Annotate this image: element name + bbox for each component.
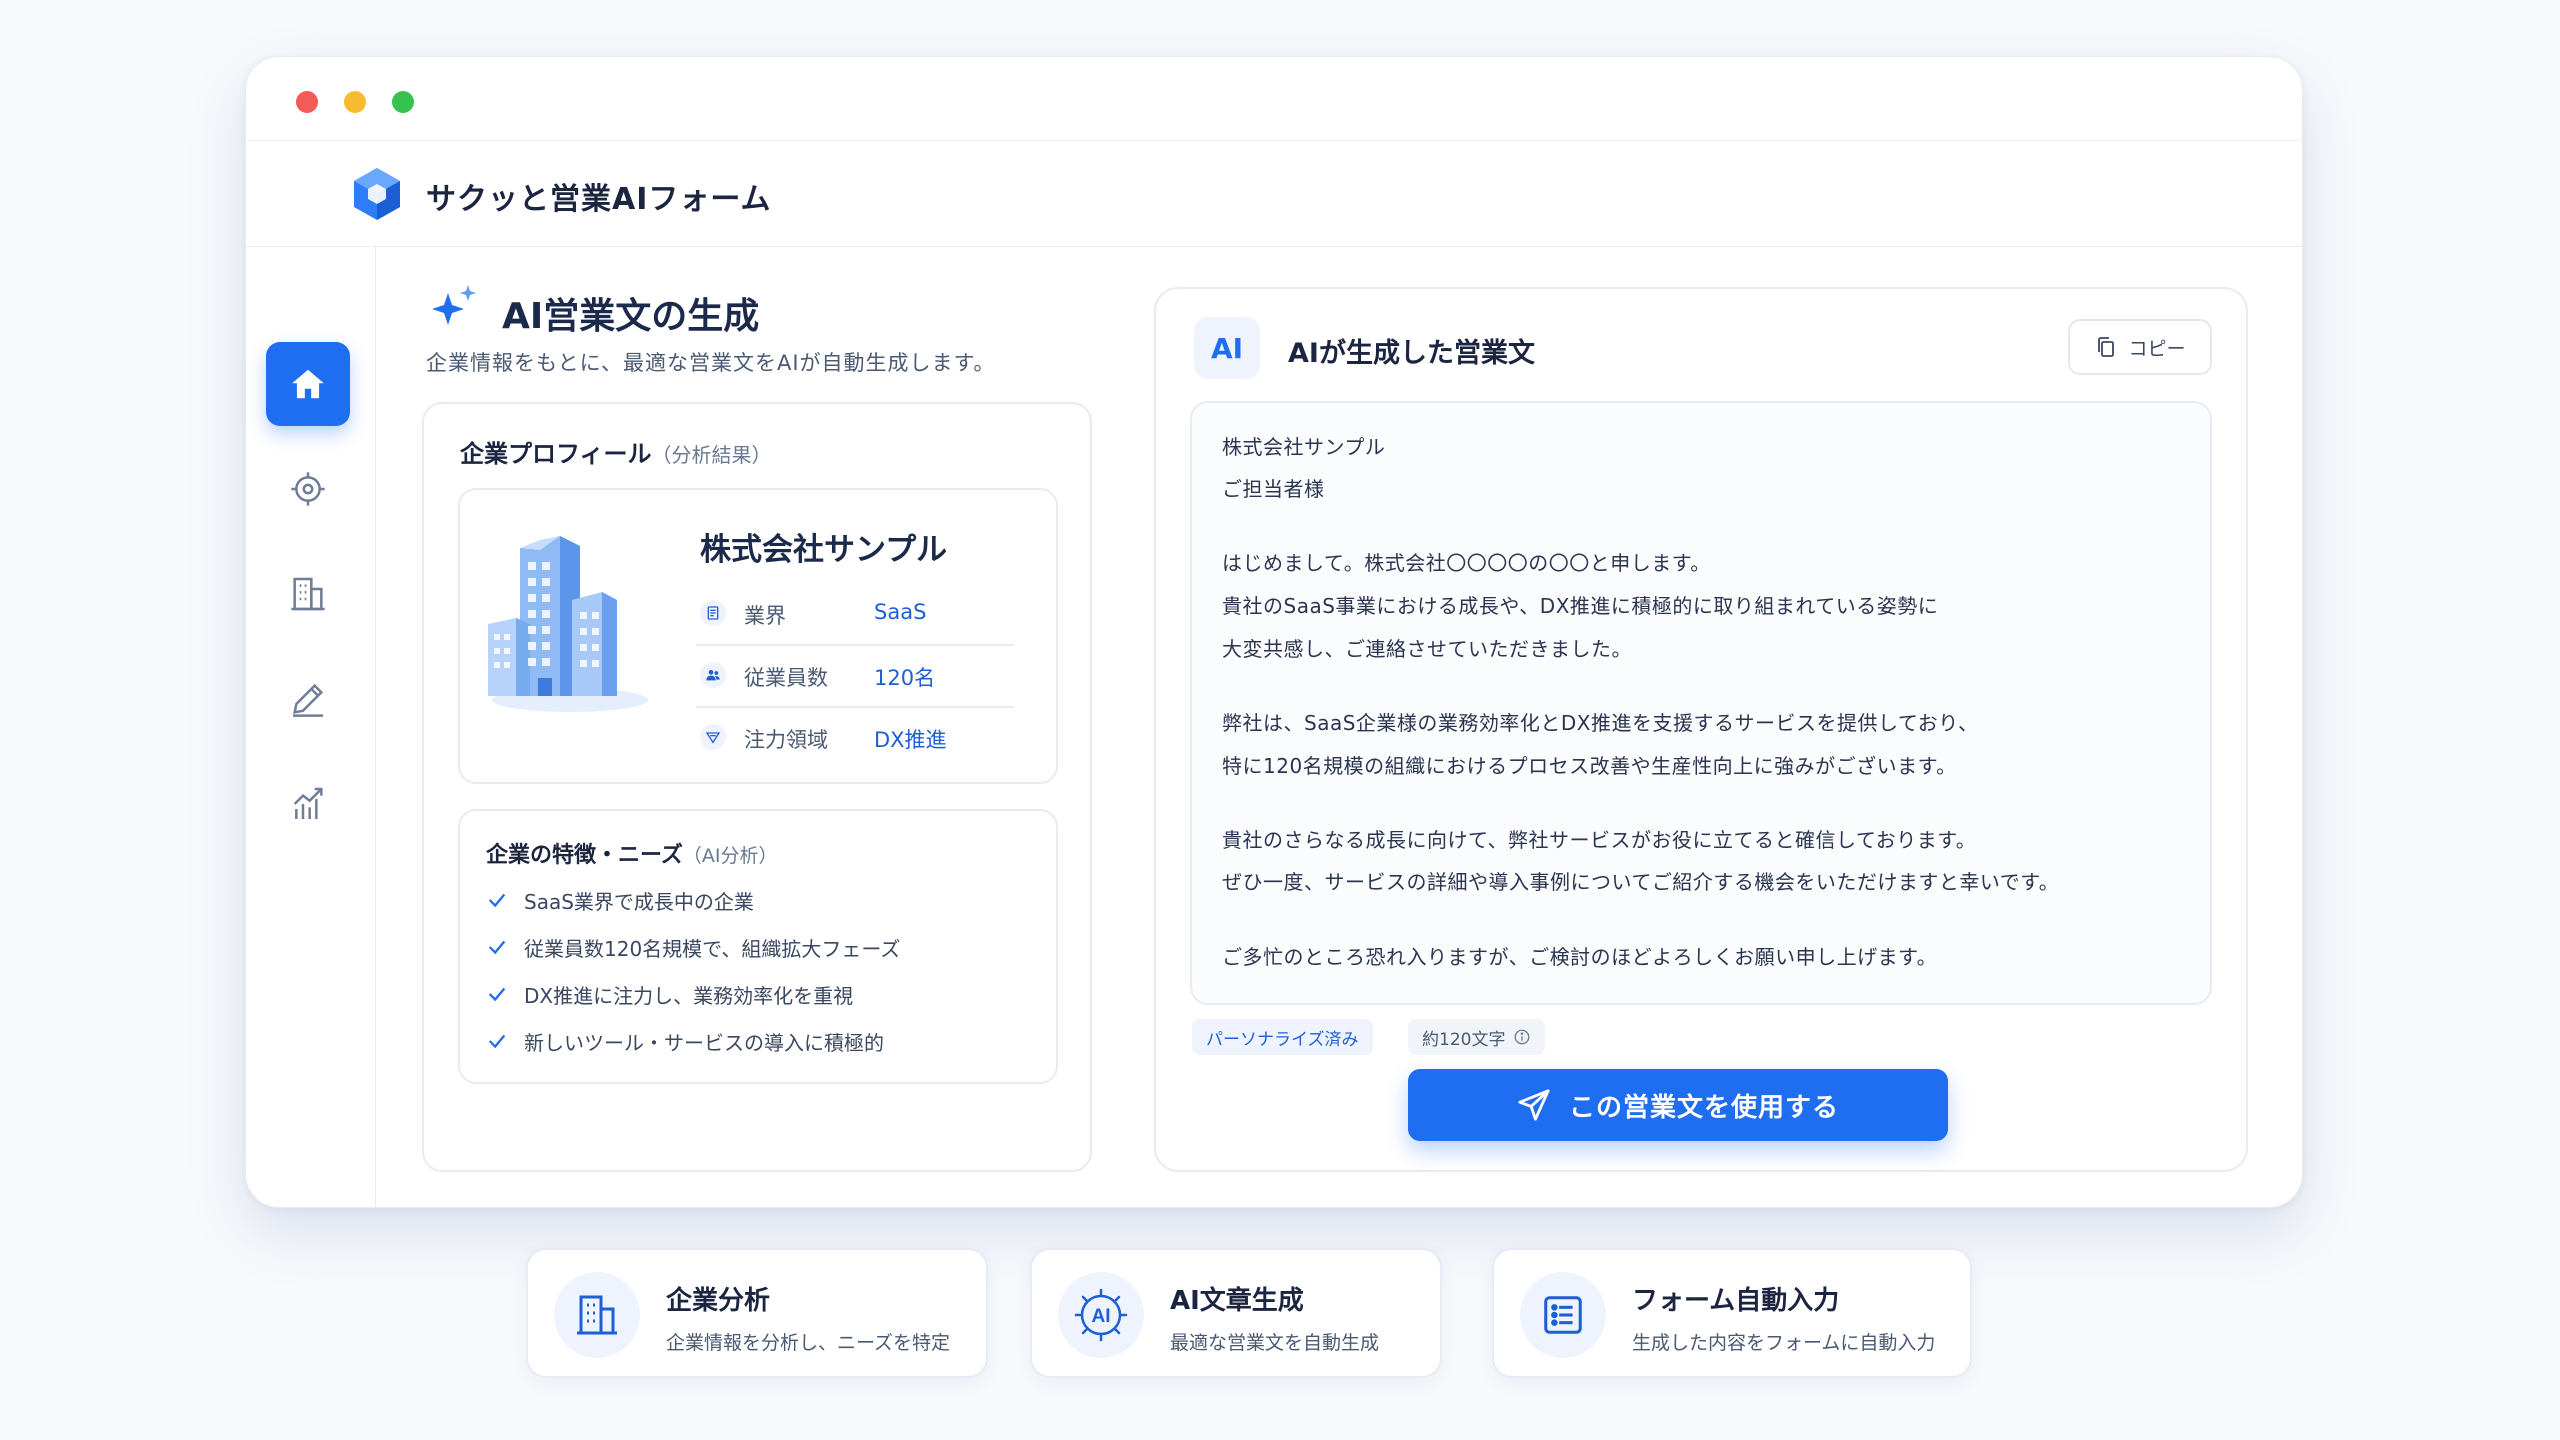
- sidebar-item-analytics[interactable]: [266, 762, 350, 846]
- company-building-illustration: [488, 536, 648, 712]
- profile-row-focus: 注力領域 DX推進: [696, 708, 1014, 770]
- sidebar: [246, 247, 376, 1207]
- profile-title-note: （分析結果）: [651, 443, 772, 467]
- generated-message-card: AI AIが生成した営業文 コピー 株式会社サンプル ご担当者様 はじめまして。…: [1154, 287, 2248, 1172]
- use-message-label: この営業文を使用する: [1568, 1092, 1839, 1123]
- document-icon: [700, 600, 726, 626]
- focus-icon: [700, 724, 726, 750]
- needs-title-note: （AI分析）: [682, 845, 778, 867]
- copy-button[interactable]: コピー: [2068, 319, 2212, 375]
- profile-row-industry: 業界 SaaS: [696, 584, 1014, 646]
- message-line: 貴社のさらなる成長に向けて、弊社サービスがお役に立てると確信しております。: [1222, 828, 1977, 852]
- profile-value: DX推進: [874, 728, 947, 752]
- ai-badge: AI: [1194, 317, 1260, 379]
- personalized-tag: パーソナライズ済み: [1192, 1019, 1373, 1055]
- info-icon[interactable]: [1513, 1028, 1531, 1046]
- page-subtitle: 企業情報をもとに、最適な営業文をAIが自動生成します。: [426, 351, 996, 375]
- sidebar-item-target[interactable]: [266, 447, 350, 531]
- message-line: 弊社は、SaaS企業様の業務効率化とDX推進を支援するサービスを提供しており、: [1222, 711, 1979, 735]
- profile-label: 業界: [744, 604, 786, 628]
- needs-text: 従業員数120名規模で、組織拡大フェーズ: [524, 936, 901, 961]
- company-summary: 株式会社サンプル 業界 SaaS 従業員数 120名 注力領域 DX推進: [458, 488, 1058, 784]
- generated-message-body[interactable]: 株式会社サンプル ご担当者様 はじめまして。株式会社〇〇〇〇の〇〇と申します。 …: [1190, 401, 2212, 1005]
- feature-card-ai-writing: AI AI文章生成 最適な営業文を自動生成: [1030, 1248, 1442, 1378]
- needs-list-item: 新しいツール・サービスの導入に積極的: [486, 1024, 884, 1058]
- profile-label: 注力領域: [744, 728, 828, 752]
- sidebar-item-company[interactable]: [266, 552, 350, 636]
- length-tag-text: 約120文字: [1422, 1029, 1506, 1050]
- check-icon: [488, 1034, 506, 1049]
- feature-title: 企業分析: [666, 1286, 771, 1316]
- message-line: 株式会社サンプル: [1222, 435, 1386, 459]
- generated-message-title: AIが生成した営業文: [1288, 338, 1535, 369]
- needs-text: 新しいツール・サービスの導入に積極的: [524, 1030, 884, 1055]
- message-line: 特に120名規模の組織におけるプロセス改善や生産性向上に強みがございます。: [1222, 754, 1957, 778]
- check-icon: [488, 940, 506, 955]
- building-icon: [291, 577, 325, 611]
- profile-value: SaaS: [874, 600, 927, 624]
- message-line: ご多忙のところ恐れ入りますが、ご検討のほどよろしくお願い申し上げます。: [1222, 945, 1938, 969]
- home-icon: [292, 369, 324, 399]
- needs-list-item: SaaS業界で成長中の企業: [486, 883, 754, 917]
- needs-box: 企業の特徴・ニーズ（AI分析） SaaS業界で成長中の企業 従業員数120名規模…: [458, 809, 1058, 1084]
- check-icon: [488, 893, 506, 908]
- needs-title: 企業の特徴・ニーズ（AI分析）: [486, 837, 778, 869]
- profile-title-text: 企業プロフィール: [460, 440, 652, 468]
- building-icon: [554, 1272, 640, 1358]
- message-line: 貴社のSaaS事業における成長や、DX推進に積極的に取り組まれている姿勢に: [1222, 594, 1939, 618]
- message-line: ぜひ一度、サービスの詳細や導入事例についてご紹介する機会をいただけますと幸いです…: [1222, 870, 2060, 894]
- profile-value: 120名: [874, 666, 936, 690]
- feature-card-company-analysis: 企業分析 企業情報を分析し、ニーズを特定: [526, 1248, 988, 1378]
- chart-icon: [293, 787, 323, 819]
- app-window: サクッと営業AIフォーム AI営業文の生成 企業情報をもとに、最適な営業文をAI…: [245, 56, 2303, 1208]
- needs-list-item: DX推進に注力し、業務効率化を重視: [486, 977, 853, 1011]
- ai-chip-icon: AI: [1058, 1272, 1144, 1358]
- message-line: はじめまして。株式会社〇〇〇〇の〇〇と申します。: [1222, 551, 1711, 575]
- feature-card-form-autofill: フォーム自動入力 生成した内容をフォームに自動入力: [1492, 1248, 1972, 1378]
- needs-list-item: 従業員数120名規模で、組織拡大フェーズ: [486, 930, 900, 964]
- profile-title: 企業プロフィール（分析結果）: [460, 434, 772, 469]
- page-title: AI営業文の生成: [502, 296, 760, 337]
- length-tag: 約120文字: [1408, 1019, 1546, 1055]
- company-name: 株式会社サンプル: [700, 532, 948, 568]
- pen-icon: [293, 683, 324, 717]
- maximize-window-button[interactable]: [392, 91, 414, 113]
- sparkle-icon: [432, 285, 476, 325]
- cube-logo-icon: [354, 168, 400, 220]
- copy-icon: [2098, 337, 2115, 357]
- form-icon: [1520, 1272, 1606, 1358]
- feature-subtitle: 最適な営業文を自動生成: [1170, 1332, 1380, 1354]
- use-message-button[interactable]: この営業文を使用する: [1408, 1069, 1948, 1141]
- company-profile-card: 企業プロフィール（分析結果） 株式会社サンプル 業界 SaaS 従業員数 120…: [422, 402, 1092, 1172]
- copy-button-label: コピー: [2128, 337, 2186, 360]
- sidebar-item-home[interactable]: [266, 342, 350, 426]
- feature-subtitle: 企業情報を分析し、ニーズを特定: [666, 1332, 951, 1354]
- svg-text:AI: AI: [1092, 1306, 1111, 1327]
- message-line: 大変共感し、ご連絡させていただきました。: [1222, 637, 1632, 661]
- people-icon: [700, 662, 726, 688]
- target-icon: [291, 472, 325, 506]
- message-line: ご担当者様: [1222, 477, 1325, 501]
- close-window-button[interactable]: [296, 91, 318, 113]
- profile-label: 従業員数: [744, 666, 828, 690]
- profile-row-employees: 従業員数 120名: [696, 646, 1014, 708]
- needs-title-text: 企業の特徴・ニーズ: [486, 843, 683, 868]
- needs-text: SaaS業界で成長中の企業: [524, 889, 754, 914]
- send-icon: [1518, 1089, 1550, 1121]
- feature-title: AI文章生成: [1170, 1286, 1304, 1316]
- app-header: サクッと営業AIフォーム: [246, 141, 2302, 247]
- window-titlebar: [246, 57, 2302, 141]
- needs-text: DX推進に注力し、業務効率化を重視: [524, 983, 854, 1008]
- feature-title: フォーム自動入力: [1632, 1286, 1840, 1316]
- minimize-window-button[interactable]: [344, 91, 366, 113]
- sidebar-item-write[interactable]: [266, 657, 350, 741]
- feature-subtitle: 生成した内容をフォームに自動入力: [1632, 1332, 1936, 1354]
- app-title: サクッと営業AIフォーム: [426, 182, 772, 217]
- check-icon: [488, 987, 506, 1002]
